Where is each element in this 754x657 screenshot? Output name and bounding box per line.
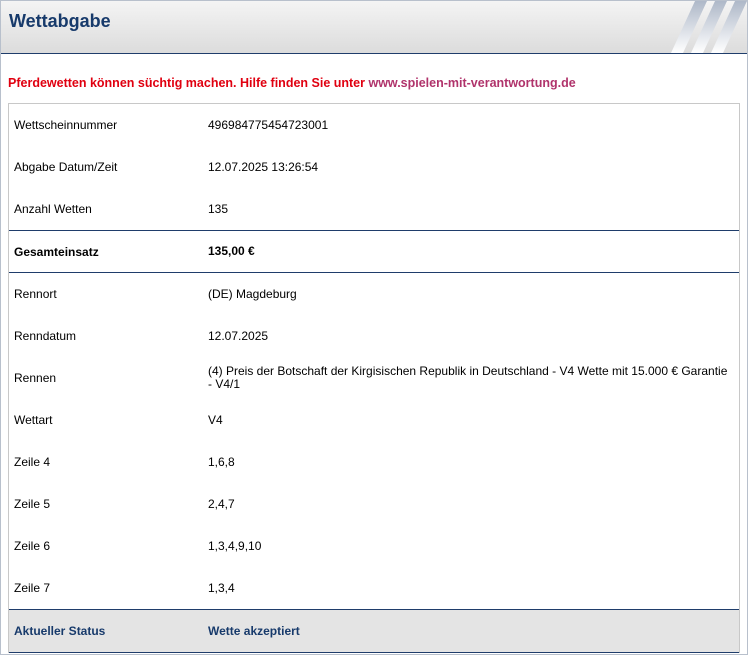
race-date-value: 12.07.2025 [208, 328, 269, 343]
page-title: Wettabgabe [9, 11, 111, 31]
status-row: Aktueller Status Wette akzeptiert [9, 609, 739, 653]
table-row: Rennort (DE) Magdeburg [9, 273, 739, 315]
line-label: Zeile 7 [14, 581, 51, 595]
bet-type-label: Wettart [14, 413, 53, 427]
table-row: Rennen (4) Preis der Botschaft der Kirgi… [9, 357, 739, 399]
race-label: Rennen [14, 371, 57, 385]
table-row: Zeile 6 1,3,4,9,10 [9, 525, 739, 567]
table-row: Zeile 4 1,6,8 [9, 441, 739, 483]
venue-label: Rennort [14, 287, 57, 301]
race-date-label: Renndatum [14, 329, 77, 343]
line-value: 1,3,4 [208, 580, 235, 595]
line-value: 1,6,8 [208, 454, 235, 469]
line-label: Zeile 4 [14, 455, 51, 469]
table-row: Zeile 5 2,4,7 [9, 483, 739, 525]
line-label: Zeile 6 [14, 539, 51, 553]
responsibility-link[interactable]: www.spielen-mit-verantwortung.de [368, 76, 575, 90]
table-row: Wettart V4 [9, 399, 739, 441]
warning-text: Pferdewetten können süchtig machen. Hilf… [8, 76, 369, 90]
table-row: Anzahl Wetten 135 [9, 188, 739, 230]
decorative-stripes-icon [671, 1, 747, 53]
gambling-warning: Pferdewetten können süchtig machen. Hilf… [8, 76, 576, 90]
bet-details-table: Wettscheinnummer 496984775454723001 Abga… [8, 103, 740, 653]
line-value: 1,3,4,9,10 [208, 538, 262, 553]
table-row: Abgabe Datum/Zeit 12.07.2025 13:26:54 [9, 146, 739, 188]
ticket-number-value: 496984775454723001 [208, 117, 329, 132]
table-row: Wettscheinnummer 496984775454723001 [9, 104, 739, 146]
table-row: Renndatum 12.07.2025 [9, 315, 739, 357]
status-badge: Wette akzeptiert [208, 623, 300, 638]
venue-value: (DE) Magdeburg [208, 286, 297, 301]
submission-date-label: Abgabe Datum/Zeit [14, 160, 118, 174]
ticket-number-label: Wettscheinnummer [14, 118, 118, 132]
submission-date-value: 12.07.2025 13:26:54 [208, 159, 319, 174]
total-stake-value: 135,00 € [208, 244, 255, 258]
bet-type-value: V4 [208, 412, 223, 427]
total-stake-label: Gesamteinsatz [14, 244, 99, 259]
status-label: Aktueller Status [14, 624, 106, 638]
panel-header: Wettabgabe [1, 1, 747, 54]
line-value: 2,4,7 [208, 496, 235, 511]
table-row: Zeile 7 1,3,4 [9, 567, 739, 609]
race-value: (4) Preis der Botschaft der Kirgisischen… [208, 364, 728, 391]
line-label: Zeile 5 [14, 497, 51, 511]
bet-count-value: 135 [208, 201, 229, 216]
bet-count-label: Anzahl Wetten [14, 202, 92, 216]
total-stake-row: Gesamteinsatz 135,00 € [9, 230, 739, 273]
